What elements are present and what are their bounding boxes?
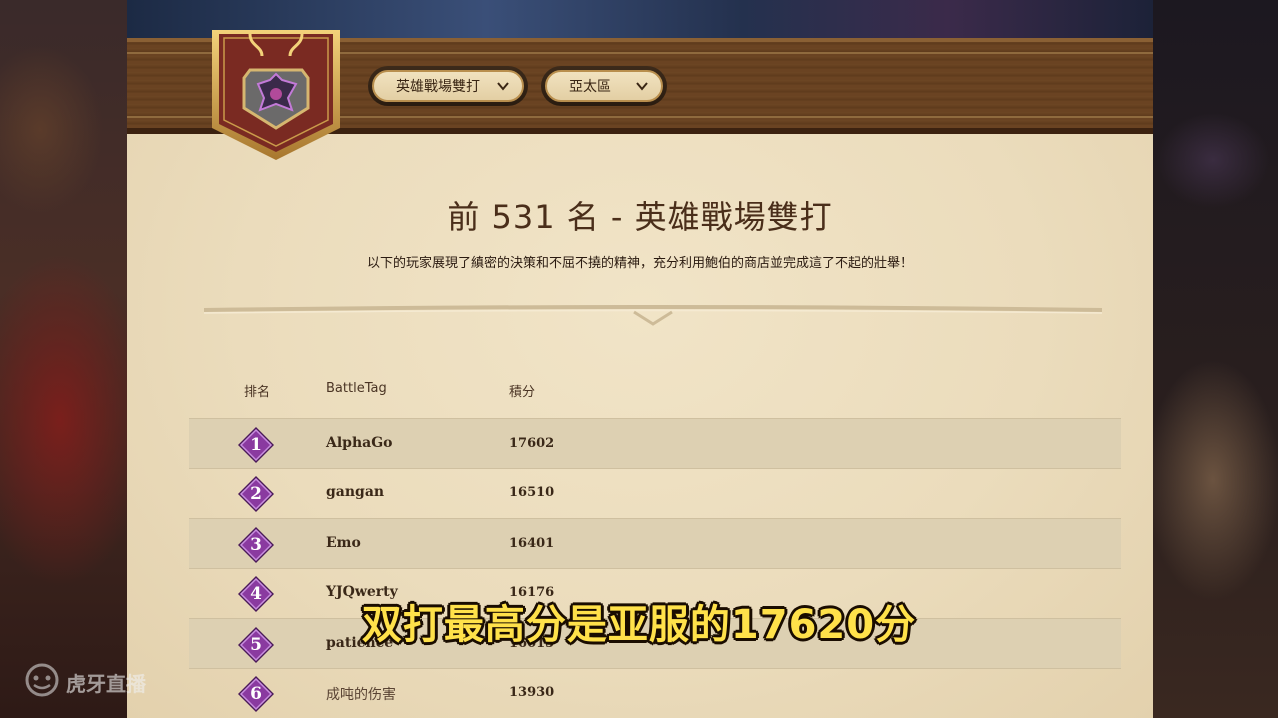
chevron-down-icon	[636, 82, 648, 91]
table-row: 1 AlphaGo 17602	[189, 418, 1121, 469]
region-dropdown[interactable]: 亞太區	[541, 66, 667, 106]
rank-number: 5	[250, 635, 262, 655]
rank-number: 4	[250, 584, 262, 604]
mode-dropdown-value: 英雄戰場雙打	[396, 79, 480, 95]
battletag: gangan	[326, 484, 385, 500]
rank-number: 2	[250, 484, 262, 504]
score: 17602	[509, 436, 555, 451]
watermark-text: 虎牙直播	[66, 672, 146, 696]
column-header-score: 積分	[509, 385, 536, 400]
table-row: 3 Emo 16401	[189, 518, 1121, 569]
score: 13930	[509, 685, 555, 700]
background-art-right	[1153, 0, 1278, 718]
mode-dropdown[interactable]: 英雄戰場雙打	[368, 66, 528, 106]
score: 16401	[509, 536, 555, 551]
huya-logo-icon	[25, 663, 59, 697]
rank-number: 1	[250, 435, 262, 455]
background-art-left	[0, 0, 127, 718]
page-title: 前 531 名 - 英雄戰場雙打	[447, 198, 833, 236]
chevron-down-icon	[497, 82, 509, 91]
page-subtitle: 以下的玩家展現了縝密的決策和不屈不撓的精神，充分利用鮑伯的商店並完成這了不起的壯…	[366, 256, 913, 271]
battletag: AlphaGo	[326, 435, 393, 451]
table-row: 2 gangan 16510	[189, 468, 1121, 517]
column-header-battletag: BattleTag	[326, 381, 387, 396]
battletag: 成吨的伤害	[326, 687, 396, 703]
battlegrounds-duos-emblem-icon	[212, 30, 340, 160]
rank-number: 6	[250, 684, 262, 704]
region-dropdown-value: 亞太區	[569, 79, 611, 95]
video-caption: 双打最高分是亚服的17620分	[361, 602, 917, 648]
column-header-rank: 排名	[244, 385, 271, 400]
battletag: Emo	[326, 535, 361, 551]
rank-number: 3	[250, 535, 262, 555]
table-row: 6 成吨的伤害 13930	[189, 668, 1121, 717]
score: 16510	[509, 485, 555, 500]
ornamental-divider	[204, 305, 1102, 326]
